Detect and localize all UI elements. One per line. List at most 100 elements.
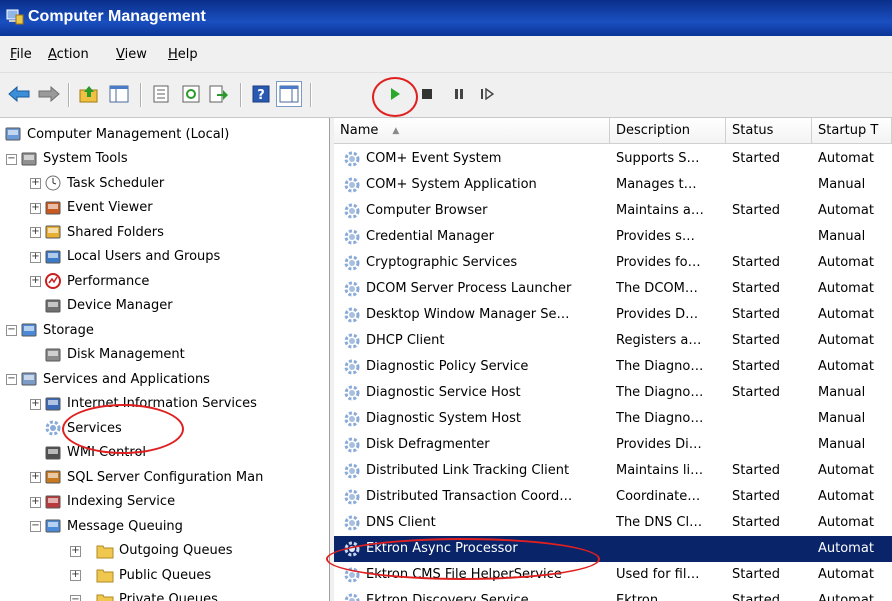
tree-expander[interactable]: +	[30, 202, 41, 214]
tree-node[interactable]: SQL Server Configuration Man	[44, 465, 263, 489]
service-row[interactable]: Cryptographic Services Provides fo… Starte…	[334, 250, 892, 276]
service-status: Started	[732, 463, 781, 478]
service-description: Maintains li…	[616, 463, 704, 478]
tree-node[interactable]: Indexing Service	[44, 490, 175, 514]
tree-node[interactable]: Local Users and Groups	[44, 245, 220, 269]
service-row[interactable]: Diagnostic Policy Service The Diagno… Star…	[334, 354, 892, 380]
tree-node[interactable]: WMI Control	[44, 441, 146, 465]
service-startup-type: Automat	[818, 359, 874, 374]
service-row[interactable]: Diagnostic Service Host The Diagno… Starte…	[334, 380, 892, 406]
tree-expander[interactable]: +	[30, 398, 41, 410]
tree-expander[interactable]: −	[6, 374, 17, 385]
back-button[interactable]	[6, 81, 32, 107]
refresh-button[interactable]	[178, 81, 204, 107]
service-name: Disk Defragmenter	[366, 437, 490, 452]
service-description: Provides s…	[616, 229, 695, 244]
tree-node[interactable]: Private Queues	[96, 588, 218, 601]
tree-node[interactable]: Services	[44, 416, 122, 440]
column-header-status[interactable]: Status	[726, 118, 812, 144]
service-row-selected[interactable]: Ektron Async Processor Automat	[334, 536, 892, 562]
tree-node-label: Disk Management	[67, 347, 185, 362]
tree-expander[interactable]: +	[70, 570, 81, 581]
tree-expander[interactable]: −	[70, 594, 81, 601]
tree-node[interactable]: Message Queuing	[44, 514, 183, 538]
service-description: Maintains a…	[616, 203, 704, 218]
tree-node[interactable]: Disk Management	[44, 343, 185, 367]
tree-expander[interactable]: +	[30, 251, 41, 263]
column-header-description[interactable]: Description	[610, 118, 726, 144]
service-description: The Diagno…	[616, 359, 704, 374]
properties-button[interactable]	[148, 81, 174, 107]
pause-service-button[interactable]	[446, 81, 472, 107]
tree-expander[interactable]: +	[30, 276, 41, 287]
disk-icon	[44, 346, 62, 364]
tree-expander[interactable]: +	[70, 545, 81, 557]
service-name: Computer Browser	[366, 203, 488, 218]
service-name: Desktop Window Manager Se…	[366, 307, 570, 322]
tree-node[interactable]: Task Scheduler	[44, 171, 164, 195]
tree-node[interactable]: Public Queues	[96, 563, 211, 587]
service-row[interactable]: Disk Defragmenter Provides Di… Manual	[334, 432, 892, 458]
service-status: Started	[732, 307, 781, 322]
service-name: Diagnostic System Host	[366, 411, 522, 426]
export-list-button[interactable]	[206, 81, 232, 107]
service-row[interactable]: Computer Browser Maintains a… Started Autom…	[334, 198, 892, 224]
show-hide-action-icon	[279, 85, 299, 103]
service-row[interactable]: Distributed Link Tracking Client Maintain…	[334, 458, 892, 484]
service-status: Started	[732, 333, 781, 348]
tree-node-label: Computer Management (Local)	[27, 126, 230, 142]
help-button[interactable]: ?	[248, 81, 274, 107]
service-row[interactable]: Ektron Discovery Service Ektron… Started Au…	[334, 588, 892, 601]
start-service-button[interactable]	[382, 81, 408, 107]
service-row[interactable]: Ektron CMS File HelperService Used for fi…	[334, 562, 892, 588]
tree-node-label: Performance	[67, 273, 150, 289]
tree-node[interactable]: Outgoing Queues	[96, 539, 233, 563]
service-row[interactable]: Credential Manager Provides s… Manual	[334, 224, 892, 250]
tree-expander[interactable]: −	[6, 325, 17, 336]
service-description: Used for fil…	[616, 567, 700, 582]
tree-expander[interactable]: +	[30, 227, 41, 238]
show-hide-tree-button[interactable]	[106, 81, 132, 107]
service-row[interactable]: Distributed Transaction Coord… Coordinate…	[334, 484, 892, 510]
tree-node[interactable]: System Tools	[20, 147, 128, 171]
service-row[interactable]: COM+ System Application Manages t… Manual	[334, 172, 892, 198]
tree-node[interactable]: Computer Management (Local)	[4, 122, 229, 146]
tree-node[interactable]: Event Viewer	[44, 196, 153, 220]
clock-icon	[44, 174, 62, 192]
service-row[interactable]: DNS Client The DNS Cl… Started Automat	[334, 510, 892, 536]
service-row[interactable]: DHCP Client Registers a… Started Automat	[334, 328, 892, 354]
menu-view[interactable]: View	[116, 47, 147, 62]
column-header-name[interactable]: Name ▲	[334, 118, 610, 144]
tree-node[interactable]: Shared Folders	[44, 220, 164, 244]
computer-management-icon	[6, 9, 24, 25]
tree-node[interactable]: Internet Information Services	[44, 392, 257, 416]
tree-expander[interactable]: +	[30, 472, 41, 483]
tree-node-label: Outgoing Queues	[119, 543, 233, 558]
tree-node[interactable]: Performance	[44, 269, 149, 293]
service-startup-type: Automat	[818, 489, 874, 504]
tree-node[interactable]: Services and Applications	[20, 367, 210, 391]
show-hide-action-pane-button[interactable]	[276, 81, 302, 107]
service-row[interactable]: DCOM Server Process Launcher The DCOM… Sta…	[334, 276, 892, 302]
resume-service-button[interactable]	[474, 81, 500, 107]
column-header-startup-type[interactable]: Startup T	[812, 118, 892, 144]
menu-file[interactable]: File	[10, 47, 32, 62]
tree-expander[interactable]: +	[30, 496, 41, 508]
tree-node[interactable]: Device Manager	[44, 294, 173, 318]
menu-help[interactable]: Help	[168, 47, 198, 62]
service-row[interactable]: COM+ Event System Supports S… Started Autom…	[334, 146, 892, 172]
tree-expander[interactable]: −	[30, 521, 41, 532]
menu-action[interactable]: Action	[48, 47, 89, 62]
tree-expander[interactable]: −	[6, 153, 17, 165]
tree-expander[interactable]: +	[30, 178, 41, 189]
users-icon	[44, 248, 62, 266]
service-gear-icon	[344, 255, 360, 271]
tree-node[interactable]: Storage	[20, 318, 94, 342]
up-button[interactable]	[76, 81, 102, 107]
stop-service-button[interactable]	[414, 81, 440, 107]
computer-icon	[4, 125, 22, 143]
up-folder-icon	[79, 86, 98, 103]
service-row[interactable]: Diagnostic System Host The Diagno… Manual	[334, 406, 892, 432]
service-row[interactable]: Desktop Window Manager Se… Provides D… Sta…	[334, 302, 892, 328]
forward-button[interactable]	[36, 81, 62, 107]
